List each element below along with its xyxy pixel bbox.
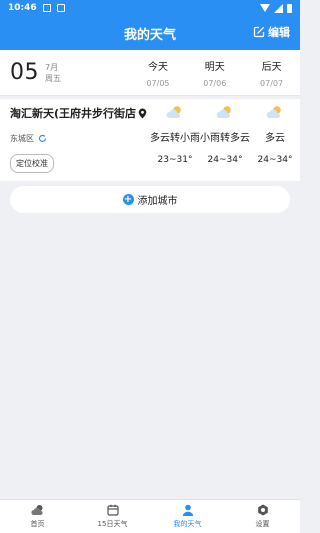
nav-item-settings[interactable]: 设置 bbox=[225, 500, 300, 533]
nav-label: 设置 bbox=[255, 520, 270, 528]
app-bar: 我的天气 编辑 bbox=[0, 16, 300, 50]
status-time: 10:46 bbox=[8, 3, 37, 13]
day-date: 07/05 bbox=[146, 78, 170, 88]
signal-icon bbox=[274, 3, 283, 13]
district-label: 东城区 bbox=[10, 134, 34, 143]
city-info: 淘汇新天(王府井步行街店 东城区 定位校准 bbox=[10, 105, 150, 181]
notification-icon-2 bbox=[56, 4, 65, 12]
city-name: 淘汇新天(王府井步行街店 bbox=[10, 107, 137, 120]
forecast-temp: 24~34° bbox=[257, 155, 293, 165]
edit-icon bbox=[253, 26, 265, 38]
weekday-label: 周五 bbox=[45, 73, 61, 83]
nav-label: 首页 bbox=[30, 520, 45, 528]
current-date: 05 7月 周五 bbox=[0, 60, 130, 85]
forecast-condition: 小雨转多云 bbox=[200, 133, 250, 144]
person-icon bbox=[182, 504, 193, 516]
day-number: 05 bbox=[10, 60, 39, 85]
day-name: 今天 bbox=[147, 61, 168, 73]
partly-cloudy-icon bbox=[266, 106, 281, 118]
day-name: 后天 bbox=[261, 61, 282, 73]
edit-button[interactable]: 编辑 bbox=[253, 24, 290, 40]
calibrate-location-button[interactable]: 定位校准 bbox=[10, 154, 54, 173]
notification-icon bbox=[42, 4, 51, 12]
day-name: 明天 bbox=[204, 61, 225, 73]
page-title: 我的天气 bbox=[123, 27, 176, 43]
refresh-icon[interactable] bbox=[38, 134, 47, 143]
nav-item-15day[interactable]: 15日天气 bbox=[75, 500, 150, 533]
day-column-today: 今天 07/05 bbox=[130, 58, 187, 88]
nav-label: 我的天气 bbox=[173, 520, 202, 528]
forecast-temp: 23~31° bbox=[157, 155, 193, 165]
partly-cloudy-icon bbox=[216, 106, 231, 118]
bottom-nav: 首页 15日天气 我的天气 设置 bbox=[0, 499, 300, 533]
month-label: 7月 bbox=[45, 62, 59, 72]
battery-icon bbox=[287, 3, 292, 13]
forecast-tomorrow: 小雨转多云 24~34° bbox=[200, 105, 250, 181]
nav-item-my-weather[interactable]: 我的天气 bbox=[150, 500, 225, 533]
forecast-today: 多云转小雨 23~31° bbox=[150, 105, 200, 181]
day-date: 07/06 bbox=[203, 78, 227, 88]
status-bar: 10:46 bbox=[0, 0, 300, 16]
city-card[interactable]: 淘汇新天(王府井步行街店 东城区 定位校准 多云转小雨 23~31° 小雨转多云… bbox=[0, 99, 300, 181]
day-column-tomorrow: 明天 07/06 bbox=[186, 58, 243, 88]
settings-icon bbox=[257, 504, 268, 516]
nav-item-home[interactable]: 首页 bbox=[0, 500, 75, 533]
partly-cloudy-icon bbox=[166, 106, 181, 118]
day-column-after-tomorrow: 后天 07/07 bbox=[243, 58, 300, 88]
wifi-icon bbox=[260, 4, 270, 12]
home-weather-icon bbox=[30, 505, 43, 515]
calendar-icon bbox=[106, 504, 119, 516]
plus-icon: + bbox=[122, 194, 134, 205]
date-header: 05 7月 周五 今天 07/05 明天 07/06 后天 07/07 bbox=[0, 50, 300, 96]
nav-label: 15日天气 bbox=[97, 520, 128, 528]
location-pin-icon bbox=[138, 108, 147, 118]
forecast-condition: 多云转小雨 bbox=[150, 133, 200, 144]
add-city-button[interactable]: + 添加城市 bbox=[10, 186, 290, 213]
edit-label: 编辑 bbox=[268, 26, 290, 39]
add-city-label: 添加城市 bbox=[137, 196, 178, 207]
day-date: 07/07 bbox=[260, 78, 284, 88]
forecast-after-tomorrow: 多云 24~34° bbox=[250, 105, 300, 181]
forecast-temp: 24~34° bbox=[207, 155, 243, 165]
forecast-condition: 多云 bbox=[265, 133, 285, 144]
